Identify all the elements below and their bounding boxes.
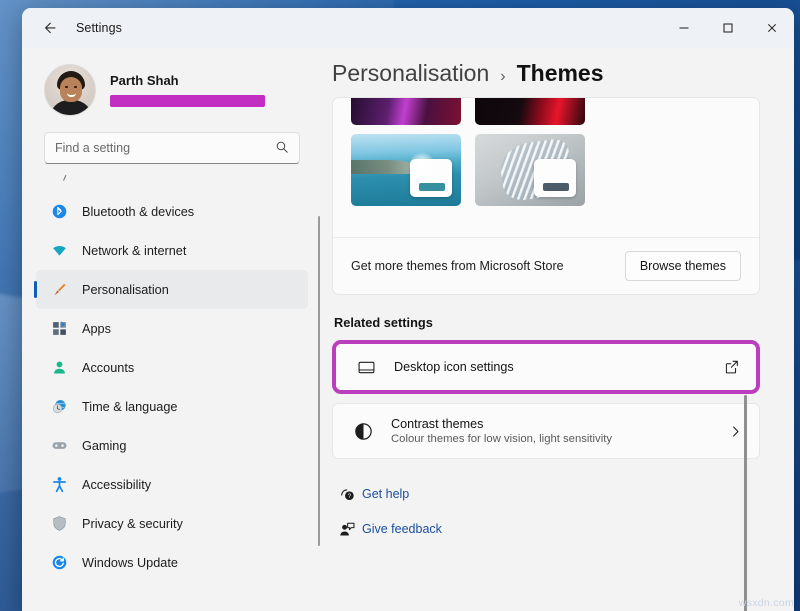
- maximize-button[interactable]: [706, 8, 750, 48]
- content-scroll-area: Get more themes from Microsoft Store Bro…: [332, 97, 760, 611]
- sidebar-item-windows-update[interactable]: Windows Update: [36, 543, 308, 570]
- maximize-icon: [722, 22, 734, 34]
- search-box[interactable]: [44, 132, 300, 164]
- theme-thumb-lake-light[interactable]: [351, 134, 461, 206]
- store-text: Get more themes from Microsoft Store: [351, 258, 564, 275]
- link-label: Give feedback: [362, 522, 442, 536]
- clock-globe-icon: [46, 398, 72, 415]
- sidebar-item-label: Accessibility: [82, 478, 151, 492]
- sidebar-item-personalisation[interactable]: Personalisation: [36, 270, 308, 309]
- desktop-icon-settings-highlight: Desktop icon settings: [332, 340, 760, 394]
- sidebar-item-label: Accounts: [82, 361, 134, 375]
- settings-window: Settings: [22, 8, 794, 611]
- user-profile[interactable]: Parth Shah: [22, 48, 322, 122]
- chevron-right-icon: [728, 424, 743, 439]
- breadcrumb: Personalisation › Themes: [332, 48, 760, 97]
- external-link-icon: [724, 359, 740, 375]
- window-controls: [662, 8, 794, 48]
- sidebar-item-label: Gaming: [82, 439, 126, 453]
- themes-card: Get more themes from Microsoft Store Bro…: [332, 97, 760, 295]
- window-body: Parth Shah Bluetooth & dev: [22, 48, 794, 611]
- paintbrush-icon: [46, 281, 72, 298]
- sidebar-item-label: Privacy & security: [82, 517, 183, 531]
- breadcrumb-separator-icon: ›: [500, 68, 505, 86]
- sidebar-item-privacy-security[interactable]: Privacy & security: [36, 504, 308, 543]
- window-title: Settings: [76, 21, 122, 35]
- contrast-themes-sublabel: Colour themes for low vision, light sens…: [391, 433, 728, 445]
- desktop-icon-settings-row[interactable]: Desktop icon settings: [336, 344, 756, 390]
- apps-grid-icon: [46, 320, 72, 337]
- contrast-circle-icon: [349, 421, 377, 442]
- sidebar-item-label: Apps: [82, 322, 111, 336]
- related-settings-title: Related settings: [334, 315, 760, 330]
- contrast-themes-label: Contrast themes: [391, 417, 728, 431]
- browse-themes-button[interactable]: Browse themes: [625, 251, 741, 281]
- store-row: Get more themes from Microsoft Store Bro…: [333, 238, 759, 294]
- footer-links: ?Get help Give feedback: [332, 481, 760, 542]
- sidebar-item-accounts[interactable]: Accounts: [36, 348, 308, 387]
- theme-preview-window: [410, 159, 452, 197]
- minimize-button[interactable]: [662, 8, 706, 48]
- close-button[interactable]: [750, 8, 794, 48]
- theme-preview-window: [534, 159, 576, 197]
- person-icon: [46, 359, 72, 376]
- back-arrow-icon: [41, 20, 57, 36]
- sidebar-item-label: Bluetooth & devices: [82, 205, 194, 219]
- update-refresh-icon: [46, 554, 72, 570]
- sidebar-item-network-internet[interactable]: Network & internet: [36, 231, 308, 270]
- bluetooth-icon: [46, 203, 72, 220]
- sidebar: Parth Shah Bluetooth & dev: [22, 48, 322, 611]
- wifi-icon: [46, 242, 72, 259]
- sidebar-item-label: Network & internet: [82, 244, 186, 258]
- search-icon: [275, 140, 289, 157]
- content-pane: Personalisation › Themes Get more themes…: [322, 48, 794, 611]
- page-title: Themes: [517, 60, 604, 87]
- desktop-monitor-icon: [352, 358, 380, 377]
- sidebar-scrollbar[interactable]: [318, 216, 320, 546]
- sidebar-item-apps[interactable]: Apps: [36, 309, 308, 348]
- link-label: Get help: [362, 487, 409, 501]
- avatar: [44, 64, 96, 116]
- sidebar-item-accessibility[interactable]: Accessibility: [36, 465, 308, 504]
- theme-thumb-bloom-grey[interactable]: [475, 134, 585, 206]
- sidebar-item-time-language[interactable]: Time & language: [36, 387, 308, 426]
- sidebar-item-label: Windows Update: [82, 556, 178, 570]
- accessibility-person-icon: [46, 476, 72, 493]
- gamepad-icon: [46, 437, 72, 454]
- content-scrollbar[interactable]: [744, 395, 747, 611]
- theme-gallery: [333, 98, 759, 238]
- theme-thumb-dark-red[interactable]: [475, 98, 585, 125]
- help-question-icon: ?: [332, 486, 362, 503]
- close-icon: [766, 22, 778, 34]
- watermark: wsxdn.com: [739, 597, 794, 609]
- search-input[interactable]: [55, 141, 275, 155]
- theme-thumb-dark-purple[interactable]: [351, 98, 461, 125]
- window-titlebar: Settings: [22, 8, 794, 48]
- desktop-icon-settings-label: Desktop icon settings: [394, 360, 724, 374]
- sidebar-partial-item: [22, 172, 322, 192]
- link-give-feedback[interactable]: Give feedback: [332, 516, 760, 542]
- contrast-themes-row[interactable]: Contrast themes Colour themes for low vi…: [332, 403, 760, 459]
- profile-email-redaction: [110, 95, 265, 107]
- link-get-help[interactable]: ?Get help: [332, 481, 760, 507]
- minimize-icon: [678, 22, 690, 34]
- breadcrumb-parent[interactable]: Personalisation: [332, 60, 489, 87]
- profile-name: Parth Shah: [110, 73, 265, 88]
- sidebar-nav: Bluetooth & devices Network & internet Per…: [22, 192, 322, 570]
- sidebar-item-bluetooth-devices[interactable]: Bluetooth & devices: [36, 192, 308, 231]
- sidebar-nav-scroll: Bluetooth & devices Network & internet Per…: [22, 172, 322, 570]
- shield-icon: [46, 515, 72, 532]
- sidebar-item-label: Time & language: [82, 400, 177, 414]
- sidebar-item-label: Personalisation: [82, 283, 169, 297]
- back-button[interactable]: [32, 13, 66, 43]
- feedback-person-icon: [332, 521, 362, 538]
- theme-preview-accent: [419, 183, 445, 191]
- sidebar-item-gaming[interactable]: Gaming: [36, 426, 308, 465]
- theme-preview-accent: [543, 183, 569, 191]
